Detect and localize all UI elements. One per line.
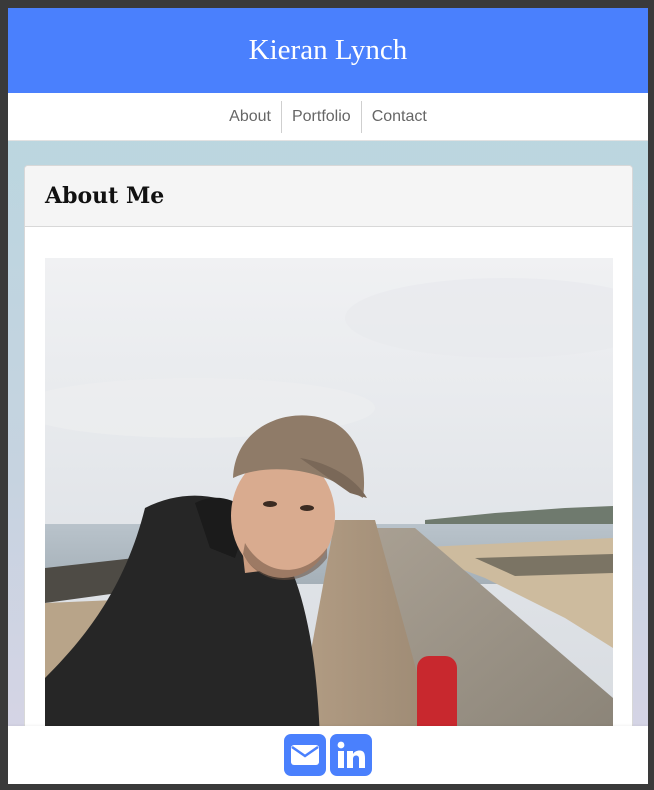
envelope-icon[interactable] — [284, 734, 326, 776]
about-card-header: About Me — [25, 166, 632, 227]
browser-viewport: Kieran Lynch About Portfolio Contact Abo… — [8, 8, 648, 784]
nav-link-contact[interactable]: Contact — [362, 100, 437, 134]
linkedin-icon[interactable] — [330, 734, 372, 776]
profile-photo — [45, 258, 613, 738]
nav-link-portfolio[interactable]: Portfolio — [282, 100, 361, 134]
nav-link-about[interactable]: About — [219, 100, 281, 134]
about-heading: About Me — [45, 183, 165, 209]
site-header: Kieran Lynch — [8, 8, 648, 93]
about-card: About Me — [24, 165, 633, 784]
social-footer — [8, 726, 648, 784]
main-nav: About Portfolio Contact — [8, 93, 648, 141]
site-title: Kieran Lynch — [248, 34, 408, 66]
